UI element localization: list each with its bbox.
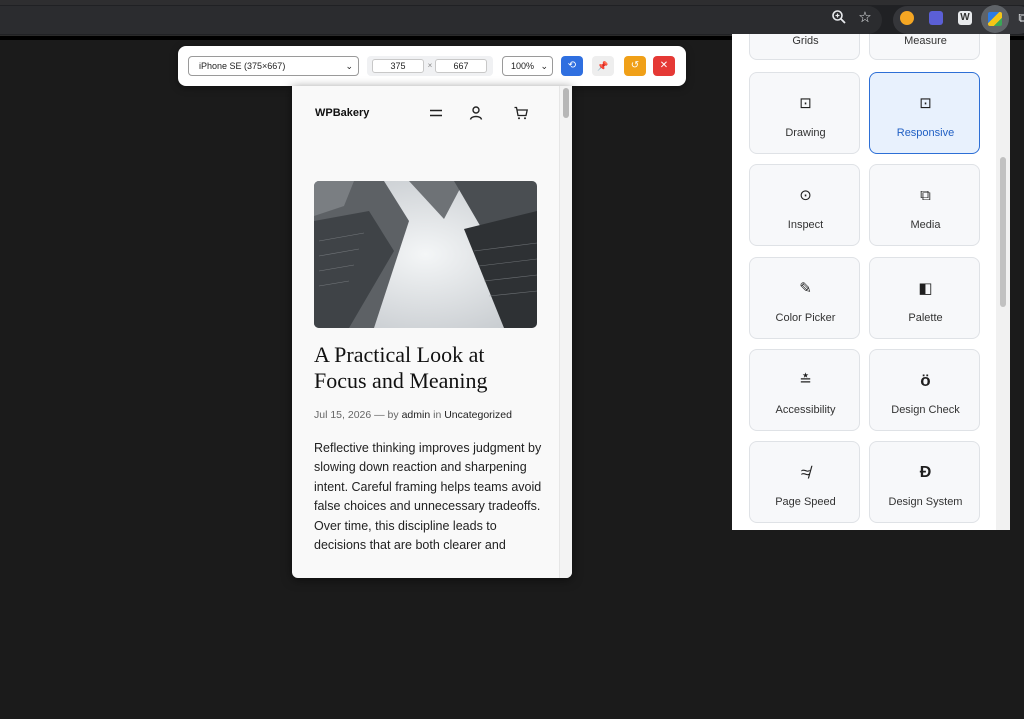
inspect-icon: ⊙ — [799, 187, 812, 204]
dimension-separator: × — [427, 61, 433, 70]
tool-label: Measure — [904, 35, 947, 47]
preview-scrollbar[interactable] — [559, 86, 572, 578]
device-select[interactable]: iPhone SE (375×667) ⌄ — [188, 56, 359, 76]
tool-label: Accessibility — [775, 404, 836, 416]
extension-w-icon[interactable]: W — [958, 11, 972, 25]
tool-accessibility[interactable]: ≛ Accessibility — [749, 349, 860, 431]
tool-palette[interactable]: ◧ Palette — [869, 257, 980, 339]
user-icon[interactable] — [468, 105, 484, 121]
tool-label: Page Speed — [775, 496, 836, 508]
site-logo[interactable]: WPBakery — [315, 107, 369, 119]
palette-icon: ◧ — [918, 280, 933, 297]
close-button[interactable]: ✕ — [653, 56, 675, 76]
drawing-icon: ⊡ — [799, 95, 812, 112]
cart-icon[interactable] — [513, 105, 529, 121]
post-meta: Jul 15, 2026 — by admin in Uncategorized — [314, 409, 512, 421]
responsive-toolbar: iPhone SE (375×667) ⌄ 375 × 667 100% ⌄ ⟲… — [178, 46, 686, 86]
post-featured-image[interactable] — [314, 181, 537, 328]
tool-design-system[interactable]: Ð Design System — [869, 441, 980, 523]
tool-label: Palette — [908, 312, 943, 324]
extension-active-icon — [988, 12, 1002, 26]
tool-design-check[interactable]: ö Design Check — [869, 349, 980, 431]
post-title[interactable]: A Practical Look at Focus and Meaning — [314, 342, 539, 394]
post-body: Reflective thinking improves judgment by… — [314, 441, 542, 553]
meta-in: in — [433, 409, 442, 421]
zoom-icon[interactable] — [830, 9, 848, 27]
tool-label: Media — [910, 219, 941, 231]
menu-icon[interactable] — [428, 105, 444, 121]
panel-scrollbar[interactable] — [996, 34, 1010, 530]
post-date: Jul 15, 2026 — [314, 409, 372, 421]
tool-label: Grids — [792, 35, 819, 47]
star-icon[interactable]: ☆ — [856, 9, 874, 27]
tool-page-speed[interactable]: ≉ Page Speed — [749, 441, 860, 523]
rotate-button[interactable]: ⟲ — [561, 56, 583, 76]
tool-media[interactable]: ⧉ Media — [869, 164, 980, 246]
tool-measure[interactable]: Measure — [869, 34, 980, 60]
reload-icon: ↺ — [630, 60, 640, 71]
rotate-icon: ⟲ — [567, 60, 577, 71]
extension-purple-icon[interactable] — [929, 11, 943, 25]
meta-by: — by — [374, 409, 399, 421]
pin-button[interactable]: 📌 — [592, 56, 614, 76]
address-bar[interactable] — [0, 6, 882, 34]
tool-label: Inspect — [787, 219, 824, 231]
device-select-value: iPhone SE (375×667) — [199, 61, 286, 71]
color-picker-icon: ✎ — [799, 280, 812, 297]
tool-responsive[interactable]: ⊡ Responsive — [869, 72, 980, 154]
zoom-select-value: 100% — [511, 61, 535, 71]
pin-icon: 📌 — [597, 61, 609, 71]
page-speed-icon: ≉ — [800, 463, 811, 482]
accessibility-icon: ≛ — [799, 372, 812, 389]
media-icon: ⧉ — [920, 187, 931, 204]
design-system-icon: Ð — [919, 464, 932, 481]
tool-label: Design System — [888, 496, 963, 508]
post-author-link[interactable]: admin — [402, 409, 431, 421]
tool-drawing[interactable]: ⊡ Drawing — [749, 72, 860, 154]
tool-color-picker[interactable]: ✎ Color Picker — [749, 257, 860, 339]
extension-orange-icon[interactable] — [900, 11, 914, 25]
device-preview[interactable]: WPBakery A Practical Look at Focus and M… — [292, 86, 572, 578]
tool-label: Responsive — [896, 127, 955, 139]
reload-button[interactable]: ↺ — [624, 56, 646, 76]
browser-toolbar: ☆ W ⧉ — [0, 0, 1024, 36]
puzzle-icon[interactable]: ⧉ — [1014, 9, 1024, 27]
chevron-down-icon: ⌄ — [345, 61, 353, 71]
tool-grids[interactable]: Grids — [749, 34, 860, 60]
tools-panel: Grids Measure ⊡ Drawing ⊡ Responsive ⊙ I… — [732, 34, 996, 530]
panel-scrollbar-thumb[interactable] — [1000, 157, 1006, 307]
chevron-down-icon: ⌄ — [540, 61, 548, 71]
width-input[interactable]: 375 — [372, 59, 424, 73]
height-input[interactable]: 667 — [435, 59, 487, 73]
tool-inspect[interactable]: ⊙ Inspect — [749, 164, 860, 246]
zoom-select[interactable]: 100% ⌄ — [502, 56, 553, 76]
responsive-icon: ⊡ — [919, 95, 932, 112]
design-check-icon: ö — [920, 371, 931, 390]
dimensions-box: 375 × 667 — [367, 56, 493, 76]
tool-label: Color Picker — [775, 312, 836, 324]
preview-scrollbar-thumb[interactable] — [563, 88, 569, 118]
close-icon: ✕ — [659, 60, 669, 71]
tool-label: Drawing — [785, 127, 826, 139]
tool-label: Design Check — [891, 404, 960, 416]
extension-active-button[interactable] — [981, 5, 1009, 33]
post-category-link[interactable]: Uncategorized — [444, 409, 512, 421]
